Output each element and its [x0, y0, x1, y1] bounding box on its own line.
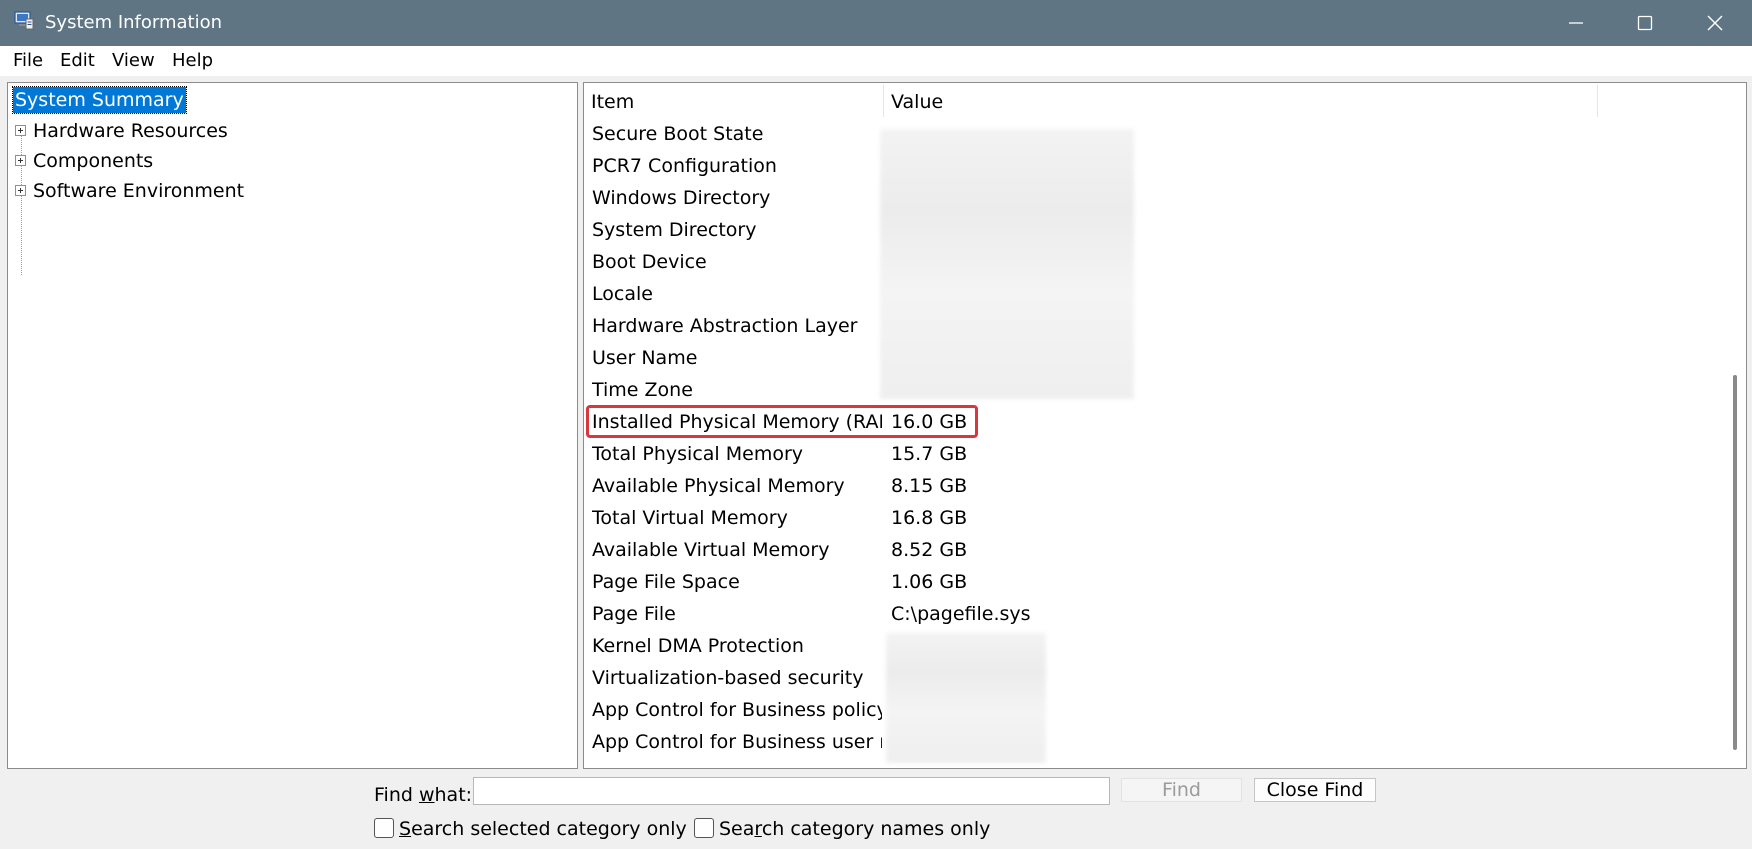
checkbox-label-prefix: Sea	[719, 818, 755, 840]
tree-item-label: Software Environment	[33, 180, 245, 202]
item-cell: PCR7 Configuration	[592, 155, 777, 177]
close-icon	[1707, 15, 1723, 31]
item-cell: Total Virtual Memory	[592, 507, 788, 529]
close-find-button[interactable]: Close Find	[1254, 778, 1376, 802]
table-row[interactable]: Locale	[584, 278, 1716, 310]
category-tree[interactable]: System Summary Hardware Resources Compon…	[7, 82, 578, 769]
table-row[interactable]: Page File C:\pagefile.sys	[584, 598, 1716, 630]
tree-item-label: Hardware Resources	[33, 120, 228, 142]
find-label-accel: w	[418, 784, 435, 806]
column-header-item[interactable]: Item	[584, 83, 883, 117]
title-bar[interactable]: System Information	[0, 0, 1752, 46]
tree-item-system-summary[interactable]: System Summary	[12, 86, 187, 114]
minimize-button[interactable]	[1541, 0, 1611, 46]
checkbox-label-suffix: earch selected category only	[411, 818, 687, 840]
maximize-icon	[1637, 15, 1653, 31]
scrollbar-thumb[interactable]	[1733, 375, 1737, 750]
value-cell: C:\pagefile.sys	[891, 603, 1031, 625]
checkbox-label-suffix: ch category names only	[761, 818, 991, 840]
tree-connector-line	[21, 130, 22, 275]
column-header-value[interactable]: Value	[884, 83, 1597, 117]
table-row[interactable]: App Control for Business user m...	[584, 726, 1716, 758]
tree-item-label: Components	[33, 150, 154, 172]
expand-plus-icon[interactable]	[15, 185, 26, 196]
column-divider[interactable]	[1597, 85, 1598, 117]
table-row[interactable]: Total Virtual Memory 16.8 GB	[584, 502, 1716, 534]
table-row[interactable]: Available Virtual Memory 8.52 GB	[584, 534, 1716, 566]
item-cell: User Name	[592, 347, 698, 369]
table-row[interactable]: Virtualization-based security	[584, 662, 1716, 694]
search-selected-category-checkbox[interactable]	[374, 818, 394, 838]
checkbox-label-accel: r	[754, 818, 762, 840]
expand-plus-icon[interactable]	[15, 155, 26, 166]
find-what-label: Find what:	[374, 783, 472, 807]
item-cell: Total Physical Memory	[592, 443, 804, 465]
expand-plus-icon[interactable]	[15, 125, 26, 136]
value-cell: 15.7 GB	[891, 443, 968, 465]
table-row[interactable]: Kernel DMA Protection	[584, 630, 1716, 662]
checkbox-label: Search category names only	[719, 816, 990, 842]
search-category-names-checkbox[interactable]	[694, 818, 714, 838]
value-cell: 8.52 GB	[891, 539, 968, 561]
menu-view[interactable]: View	[112, 50, 155, 72]
list-header: Item Value	[584, 83, 1716, 117]
highlight-annotation	[586, 405, 978, 438]
checkbox-label-accel: S	[399, 818, 412, 840]
value-cell: 16.8 GB	[891, 507, 968, 529]
close-button[interactable]	[1680, 0, 1750, 46]
window-title: System Information	[45, 12, 223, 33]
system-information-icon	[14, 11, 34, 30]
table-row[interactable]: Available Physical Memory 8.15 GB	[584, 470, 1716, 502]
item-cell: App Control for Business policy	[592, 699, 882, 721]
table-row[interactable]: Boot Device	[584, 246, 1716, 278]
item-cell: Boot Device	[592, 251, 707, 273]
table-row[interactable]: Secure Boot State	[584, 118, 1716, 150]
find-label-suffix: hat:	[434, 784, 473, 806]
table-row[interactable]: Time Zone	[584, 374, 1716, 406]
item-cell: Page File	[592, 603, 676, 625]
item-cell: Page File Space	[592, 571, 740, 593]
item-cell: System Directory	[592, 219, 757, 241]
menu-help[interactable]: Help	[172, 50, 213, 72]
item-cell: Available Physical Memory	[592, 475, 845, 497]
find-button[interactable]: Find	[1121, 778, 1242, 802]
item-cell: Windows Directory	[592, 187, 771, 209]
value-cell: 1.06 GB	[891, 571, 968, 593]
maximize-button[interactable]	[1610, 0, 1680, 46]
checkbox-label: Search selected category only	[399, 816, 687, 842]
table-row[interactable]: App Control for Business policy	[584, 694, 1716, 726]
menu-edit[interactable]: Edit	[60, 50, 95, 72]
find-what-input[interactable]	[473, 777, 1110, 805]
item-cell: Hardware Abstraction Layer	[592, 315, 858, 337]
vertical-scrollbar[interactable]	[1718, 83, 1746, 768]
system-information-window: System Information File Edit View Help S…	[0, 0, 1752, 849]
menu-bar: File Edit View Help	[0, 46, 1752, 76]
item-cell: App Control for Business user m...	[592, 731, 882, 753]
menu-file[interactable]: File	[13, 50, 43, 72]
find-label-prefix: Find	[374, 784, 419, 806]
minimize-icon	[1569, 22, 1583, 24]
table-row[interactable]: Total Physical Memory 15.7 GB	[584, 438, 1716, 470]
table-row[interactable]: Hardware Abstraction Layer	[584, 310, 1716, 342]
details-list[interactable]: Item Value Secure Boot State PCR7 Config…	[583, 82, 1747, 769]
item-cell: Time Zone	[592, 379, 693, 401]
table-row[interactable]: User Name	[584, 342, 1716, 374]
item-cell: Virtualization-based security	[592, 667, 864, 689]
table-row[interactable]: System Directory	[584, 214, 1716, 246]
item-cell: Secure Boot State	[592, 123, 764, 145]
table-row[interactable]: Windows Directory	[584, 182, 1716, 214]
table-row[interactable]: PCR7 Configuration	[584, 150, 1716, 182]
value-cell: 8.15 GB	[891, 475, 968, 497]
item-cell: Kernel DMA Protection	[592, 635, 804, 657]
item-cell: Available Virtual Memory	[592, 539, 830, 561]
item-cell: Locale	[592, 283, 653, 305]
table-row[interactable]: Page File Space 1.06 GB	[584, 566, 1716, 598]
